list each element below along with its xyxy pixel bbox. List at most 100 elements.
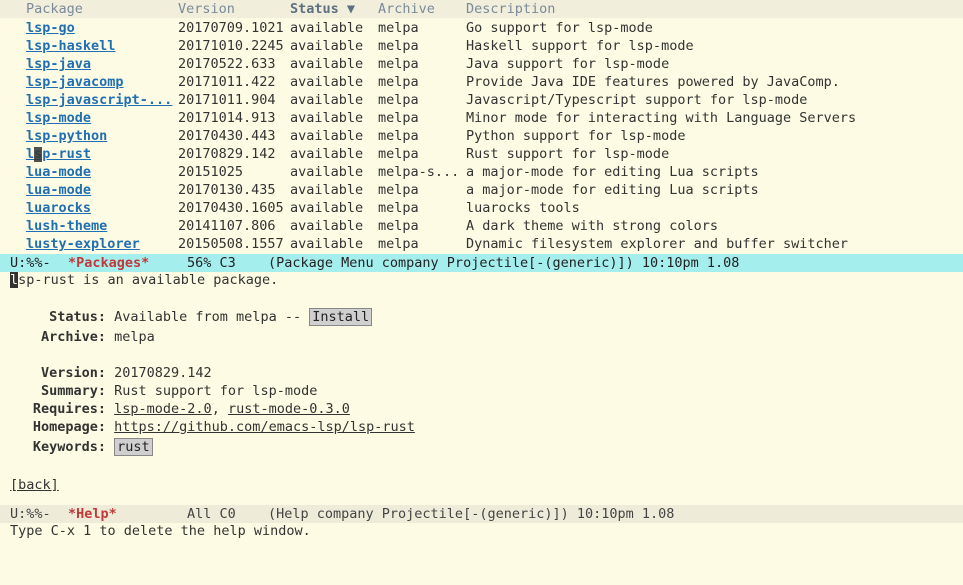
mode-line-packages[interactable]: U:%%- *Packages* 56% C3 (Package Menu co…: [0, 254, 963, 272]
package-status: available: [290, 92, 364, 108]
package-row[interactable]: lsp-javascript-... 20171011.904 availabl…: [0, 92, 963, 110]
package-name-link[interactable]: lua-mode: [26, 182, 91, 198]
package-status: available: [290, 20, 364, 36]
package-archive: melpa: [378, 128, 419, 144]
package-row[interactable]: lusty-explorer 20150508.1557 available m…: [0, 236, 963, 254]
package-status: available: [290, 146, 364, 162]
package-archive: melpa: [378, 182, 419, 198]
help-intro: lsp-rust is an available package.: [10, 272, 278, 288]
version-label: Version:: [40, 365, 106, 381]
homepage-label: Homepage:: [32, 419, 106, 435]
requires-rust-mode-link[interactable]: rust-mode-0.3.0: [228, 401, 350, 417]
package-row[interactable]: lua-mode 20151025 available melpa-s... a…: [0, 164, 963, 182]
buffer-position: 56% C3: [187, 255, 236, 271]
package-archive: melpa-s...: [378, 164, 460, 180]
homepage-link[interactable]: https://github.com/emacs-lsp/lsp-rust: [114, 419, 415, 435]
package-description: Rust support for lsp-mode: [466, 146, 670, 162]
requires-line: Requires: lsp-mode-2.0, rust-mode-0.3.0: [10, 401, 350, 417]
version-value: 20170829.142: [114, 365, 212, 381]
header-description[interactable]: Description: [466, 1, 555, 17]
keyword-rust-button[interactable]: rust: [114, 438, 153, 456]
package-version: 20170430.1605: [178, 200, 284, 216]
summary-label: Summary:: [40, 383, 106, 399]
package-status: available: [290, 74, 364, 90]
package-description: a major-mode for editing Lua scripts: [466, 182, 759, 198]
help-pane: lsp-rust is an available package. Status…: [0, 272, 963, 505]
text-cursor: l: [10, 272, 19, 288]
package-name-link[interactable]: lsp-python: [26, 128, 107, 144]
header-status[interactable]: Status ▼: [290, 1, 355, 17]
status-value: Available from melpa --: [114, 309, 310, 325]
package-status: available: [290, 110, 364, 126]
package-version: 20170522.633: [178, 56, 276, 72]
package-archive: melpa: [378, 38, 419, 54]
package-row[interactable]: lsp-java 20170522.633 available melpa Ja…: [0, 56, 963, 74]
package-row[interactable]: lush-theme 20141107.806 available melpa …: [0, 218, 963, 236]
package-description: Java support for lsp-mode: [466, 56, 670, 72]
package-archive: melpa: [378, 200, 419, 216]
package-version: 20150508.1557: [178, 236, 284, 252]
package-archive: melpa: [378, 110, 419, 126]
back-link-line: [back]: [10, 477, 59, 493]
buffer-name[interactable]: *Packages*: [68, 255, 149, 271]
package-name-link[interactable]: lua-mode: [26, 164, 91, 180]
package-version: 20171011.904: [178, 92, 276, 108]
status-label: Status:: [49, 309, 106, 325]
package-version: 20170709.1021: [178, 20, 284, 36]
package-status: available: [290, 200, 364, 216]
package-name-link[interactable]: lsp-javascript-...: [26, 92, 172, 108]
package-status: available: [290, 164, 364, 180]
back-link[interactable]: [back]: [10, 477, 59, 493]
requires-lsp-mode-link[interactable]: lsp-mode-2.0: [114, 401, 212, 417]
package-name-link[interactable]: lsp-go: [26, 20, 75, 36]
requires-label: Requires:: [32, 401, 106, 417]
package-description: Provide Java IDE features powered by Jav…: [466, 74, 840, 90]
package-row[interactable]: lsp-go 20170709.1021 available melpa Go …: [0, 20, 963, 38]
buffer-name[interactable]: *Help*: [68, 506, 117, 522]
package-name-link[interactable]: lsp-java: [26, 56, 91, 72]
package-row[interactable]: lsp-javacomp 20171011.422 available melp…: [0, 74, 963, 92]
package-description: Minor mode for interacting with Language…: [466, 110, 857, 126]
install-button[interactable]: Install: [309, 308, 373, 326]
package-row[interactable]: lsp-mode 20171014.913 available melpa Mi…: [0, 110, 963, 128]
mode-line-help[interactable]: U:%%- *Help* All C0 (Help company Projec…: [0, 505, 963, 523]
package-status: available: [290, 236, 364, 252]
header-archive[interactable]: Archive: [378, 1, 435, 17]
mode-list[interactable]: (Help company Projectile[-(generic)]) 10…: [268, 506, 674, 522]
package-row[interactable]: luarocks 20170430.1605 available melpa l…: [0, 200, 963, 218]
package-version: 20171011.422: [178, 74, 276, 90]
package-name-link[interactable]: lusty-explorer: [26, 236, 140, 252]
header-version[interactable]: Version: [178, 1, 235, 17]
package-description: Javascript/Typescript support for lsp-mo…: [466, 92, 808, 108]
text-cursor: [34, 147, 42, 162]
mode-line-prefix: U:%%-: [10, 255, 51, 271]
package-name-link[interactable]: lsp-haskell: [26, 38, 115, 54]
package-row[interactable]: lsp-python 20170430.443 available melpa …: [0, 128, 963, 146]
package-name-link[interactable]: lsp-mode: [26, 110, 91, 126]
header-package[interactable]: Package: [26, 1, 83, 17]
archive-label: Archive:: [40, 329, 106, 345]
package-archive: melpa: [378, 236, 419, 252]
package-archive: melpa: [378, 20, 419, 36]
keywords-line: Keywords: rust: [10, 438, 153, 456]
package-name-link[interactable]: luarocks: [26, 200, 91, 216]
package-description: Haskell support for lsp-mode: [466, 38, 694, 54]
mode-list[interactable]: (Package Menu company Projectile[-(gener…: [268, 255, 739, 271]
package-row[interactable]: lsp-haskell 20171010.2245 available melp…: [0, 38, 963, 56]
package-description: Go support for lsp-mode: [466, 20, 653, 36]
package-list-pane: Package Version Status ▼ Archive Descrip…: [0, 0, 963, 254]
column-header: Package Version Status ▼ Archive Descrip…: [0, 0, 963, 18]
summary-value: Rust support for lsp-mode: [114, 383, 318, 399]
echo-area: Type C-x 1 to delete the help window.: [10, 523, 311, 539]
package-version: 20171014.913: [178, 110, 276, 126]
package-description: Python support for lsp-mode: [466, 128, 686, 144]
package-archive: melpa: [378, 74, 419, 90]
package-name-link[interactable]: lush-theme: [26, 218, 107, 234]
package-row-selected[interactable]: lsp-rust 20170829.142 available melpa Ru…: [0, 146, 963, 164]
package-description: a major-mode for editing Lua scripts: [466, 164, 759, 180]
package-name-link[interactable]: lsp-javacomp: [26, 74, 124, 90]
package-archive: melpa: [378, 92, 419, 108]
package-status: available: [290, 38, 364, 54]
package-row[interactable]: lua-mode 20170130.435 available melpa a …: [0, 182, 963, 200]
keywords-label: Keywords:: [32, 439, 106, 455]
